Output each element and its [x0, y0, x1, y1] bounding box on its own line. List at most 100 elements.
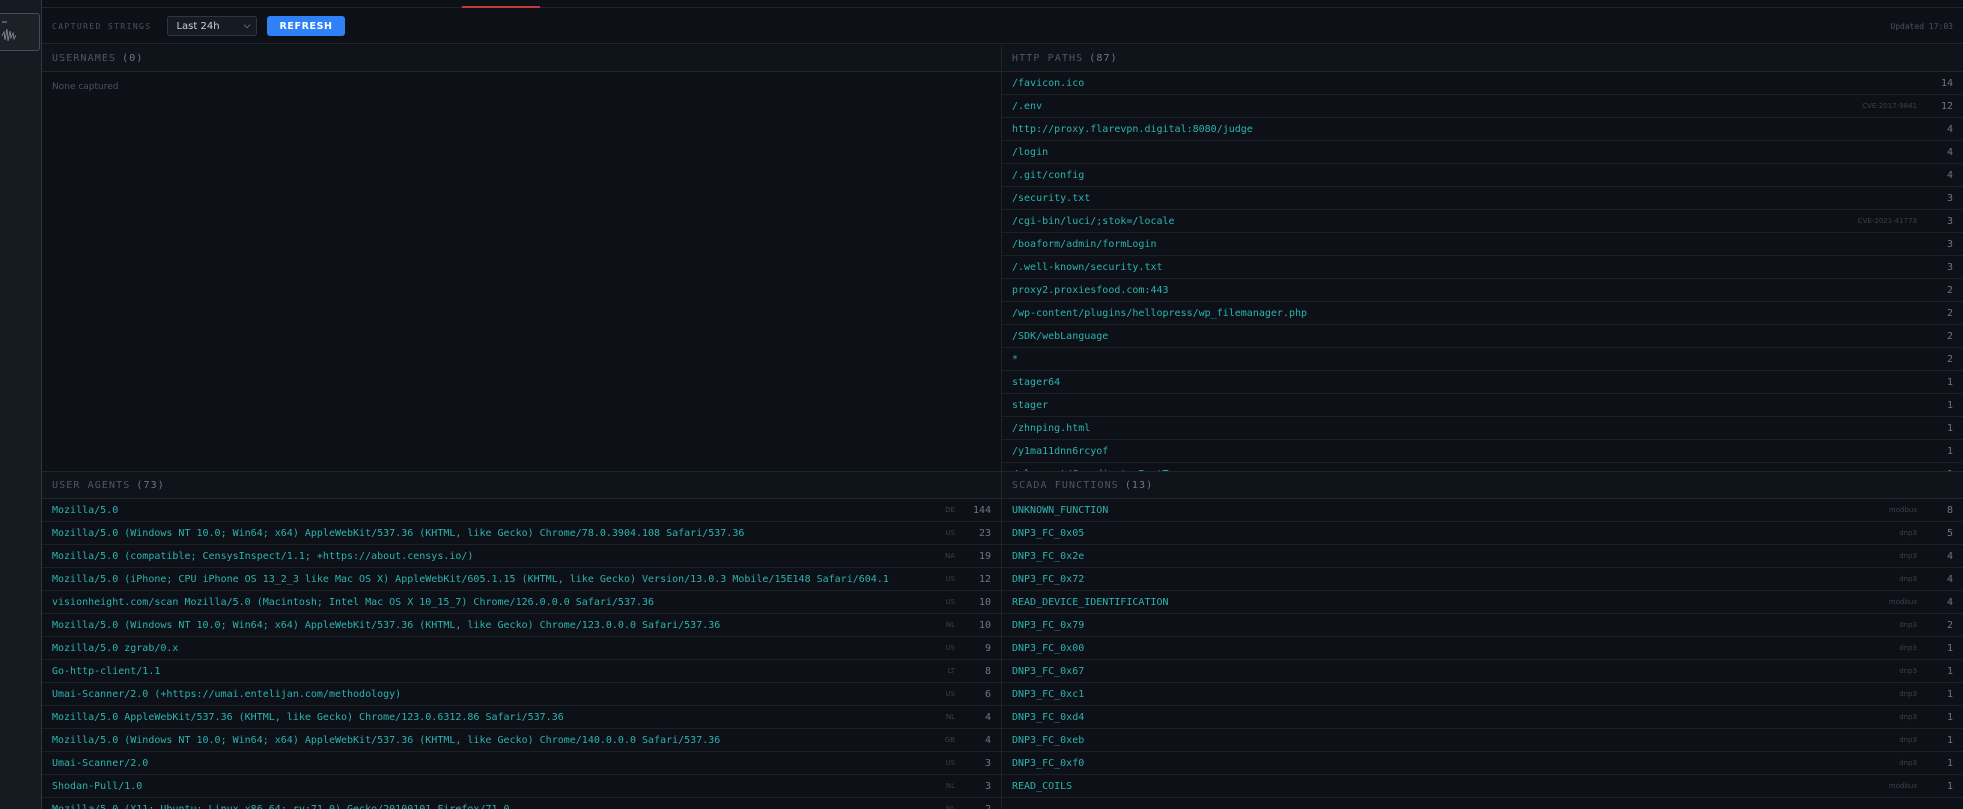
table-row[interactable]: http://proxy.flarevpn.digital:8080/judge… [1002, 118, 1963, 141]
table-row[interactable]: UNKNOWN_FUNCTION modbus 8 [1002, 499, 1963, 522]
table-row[interactable]: DNP3_FC_0x79 dnp3 2 [1002, 614, 1963, 637]
table-row[interactable]: /wp-content/plugins/hellopress/wp_filema… [1002, 302, 1963, 325]
row-tag: modbus [1888, 782, 1917, 790]
row-count: 144 [972, 504, 991, 516]
row-tag: NL [945, 713, 955, 721]
table-row[interactable]: * 2 [1002, 348, 1963, 371]
row-tag: dnp3 [1899, 552, 1917, 560]
table-row[interactable]: Umai-Scanner/2.0 (+https://umai.entelija… [42, 683, 1001, 706]
table-row[interactable]: Mozilla/5.0 zgrab/0.x US 9 [42, 637, 1001, 660]
row-value: Mozilla/5.0 zgrab/0.x [52, 642, 179, 654]
row-value: Umai-Scanner/2.0 (+https://umai.entelija… [52, 688, 402, 700]
table-row[interactable]: DNP3_FC_0x72 dnp3 4 [1002, 568, 1963, 591]
column-divider [1001, 45, 1002, 809]
table-row[interactable]: visionheight.com/scan Mozilla/5.0 (Macin… [42, 591, 1001, 614]
row-count: 4 [1946, 550, 1953, 562]
table-row[interactable]: READ_DEVICE_IDENTIFICATION modbus 4 [1002, 591, 1963, 614]
table-row[interactable]: DNP3_FC_0x2e dnp3 4 [1002, 545, 1963, 568]
row-value: /SDK/webLanguage [1012, 330, 1109, 342]
row-count: 2 [1946, 353, 1953, 365]
row-value: Mozilla/5.0 (compatible; CensysInspect/1… [52, 550, 474, 562]
table-row[interactable]: Mozilla/5.0 AppleWebKit/537.36 (KHTML, l… [42, 706, 1001, 729]
row-value: /y1ma11dnn6rcyof [1012, 445, 1109, 457]
table-row[interactable]: /favicon.ico 14 [1002, 72, 1963, 95]
user-agents-list[interactable]: Mozilla/5.0 DE 144 Mozilla/5.0 (Windows NT … [42, 499, 1001, 809]
row-count: 1 [1946, 642, 1953, 654]
row-count: 1 [1946, 734, 1953, 746]
table-row[interactable]: /cgi-bin/luci/;stok=/locale CVE-2021-4177… [1002, 210, 1963, 233]
row-count: 2 [984, 803, 991, 809]
table-row[interactable]: DNP3_FC_0xd4 dnp3 1 [1002, 706, 1963, 729]
table-row[interactable]: DNP3_FC_0x05 dnp3 5 [1002, 522, 1963, 545]
row-tag: dnp3 [1899, 667, 1917, 675]
row-count: 14 [1940, 77, 1953, 89]
scada-functions-list[interactable]: UNKNOWN_FUNCTION modbus 8 DNP3_FC_0x05 dnp3 5… [1002, 499, 1963, 798]
row-tag: US [945, 690, 955, 698]
row-value: Mozilla/5.0 [52, 504, 119, 516]
row-count: 3 [1946, 261, 1953, 273]
table-row[interactable]: /y1ma11dnn6rcyof 1 [1002, 440, 1963, 463]
row-value: stager [1012, 399, 1049, 411]
table-row[interactable]: Go-http-client/1.1 LT 8 [42, 660, 1001, 683]
table-row[interactable]: /login 4 [1002, 141, 1963, 164]
table-row[interactable]: DNP3_FC_0xc1 dnp3 1 [1002, 683, 1963, 706]
row-value: /favicon.ico [1012, 77, 1085, 89]
table-row[interactable]: DNP3_FC_0xf0 dnp3 1 [1002, 752, 1963, 775]
row-count: 8 [984, 665, 991, 677]
row-tag: LT [947, 667, 955, 675]
table-row[interactable]: stager64 1 [1002, 371, 1963, 394]
http-paths-list[interactable]: /favicon.ico 14/.env CVE-2017-9841 12 http:/… [1002, 72, 1963, 471]
row-value: DNP3_FC_0xf0 [1012, 757, 1085, 769]
row-value: DNP3_FC_0x67 [1012, 665, 1085, 677]
table-row[interactable]: DNP3_FC_0x00 dnp3 1 [1002, 637, 1963, 660]
table-row[interactable]: /boaform/admin/formLogin 3 [1002, 233, 1963, 256]
row-tag: dnp3 [1899, 759, 1917, 767]
table-row[interactable]: proxy2.proxiesfood.com:443 2 [1002, 279, 1963, 302]
row-count: 3 [1946, 238, 1953, 250]
table-row[interactable]: /wls-wsat/CoordinatorPortType1 [1002, 463, 1963, 472]
table-row[interactable]: /.git/config 4 [1002, 164, 1963, 187]
row-count: 3 [984, 757, 991, 769]
row-count: 4 [984, 734, 991, 746]
row-tag: US [945, 644, 955, 652]
row-tag: US [945, 598, 955, 606]
table-row[interactable]: Shodan-Pull/1.0 NL 3 [42, 775, 1001, 798]
row-count: 3 [1946, 192, 1953, 204]
table-row[interactable]: DNP3_FC_0x67 dnp3 1 [1002, 660, 1963, 683]
row-count: 3 [1946, 215, 1953, 227]
row-value: DNP3_FC_0x72 [1012, 573, 1085, 585]
row-value: Mozilla/5.0 (Windows NT 10.0; Win64; x64… [52, 734, 721, 746]
table-row[interactable]: READ_COILS modbus 1 [1002, 775, 1963, 798]
table-row[interactable]: Mozilla/5.0 (compatible; CensysInspect/1… [42, 545, 1001, 568]
row-count: 4 [1946, 169, 1953, 181]
table-row[interactable]: Mozilla/5.0 DE 144 [42, 499, 1001, 522]
user-agents-panel: USER AGENTS (73) Mozilla/5.0 DE 144 Mozilla… [42, 472, 1001, 809]
row-count: 1 [1946, 399, 1953, 411]
row-value: /boaform/admin/formLogin [1012, 238, 1157, 250]
table-row[interactable]: /zhnping.html 1 [1002, 417, 1963, 440]
table-row[interactable]: Mozilla/5.0 (Windows NT 10.0; Win64; x64… [42, 522, 1001, 545]
usernames-panel: USERNAMES (0) None captured [42, 45, 1001, 471]
refresh-button[interactable]: REFRESH [267, 16, 345, 36]
table-row[interactable]: Mozilla/5.0 (Windows NT 10.0; Win64; x64… [42, 614, 1001, 637]
table-row[interactable]: /SDK/webLanguage 2 [1002, 325, 1963, 348]
table-row[interactable]: DNP3_FC_0xeb dnp3 1 [1002, 729, 1963, 752]
table-row[interactable]: Mozilla/5.0 (Windows NT 10.0; Win64; x64… [42, 729, 1001, 752]
row-tag: dnp3 [1899, 575, 1917, 583]
row-value: /.env [1012, 100, 1043, 112]
row-count: 12 [978, 573, 991, 585]
row-tag: dnp3 [1899, 736, 1917, 744]
table-row[interactable]: Umai-Scanner/2.0 US 3 [42, 752, 1001, 775]
sidebar-panel-thumbnail[interactable] [0, 13, 40, 51]
http-paths-panel: HTTP PATHS (87) /favicon.ico 14/.env CVE-2… [1002, 45, 1963, 471]
row-value: Shodan-Pull/1.0 [52, 780, 143, 792]
table-row[interactable]: Mozilla/5.0 (iPhone; CPU iPhone OS 13_2_… [42, 568, 1001, 591]
panel-count: (0) [122, 52, 144, 64]
table-row[interactable]: stager 1 [1002, 394, 1963, 417]
table-row[interactable]: /security.txt 3 [1002, 187, 1963, 210]
time-range-select[interactable]: Last 24h ⌵ [167, 16, 258, 36]
table-row[interactable]: Mozilla/5.0 (X11; Ubuntu; Linux x86_64; … [42, 798, 1001, 809]
scada-functions-panel: SCADA FUNCTIONS (13) UNKNOWN_FUNCTION mod… [1002, 472, 1963, 809]
table-row[interactable]: /.env CVE-2017-9841 12 [1002, 95, 1963, 118]
table-row[interactable]: /.well-known/security.txt 3 [1002, 256, 1963, 279]
